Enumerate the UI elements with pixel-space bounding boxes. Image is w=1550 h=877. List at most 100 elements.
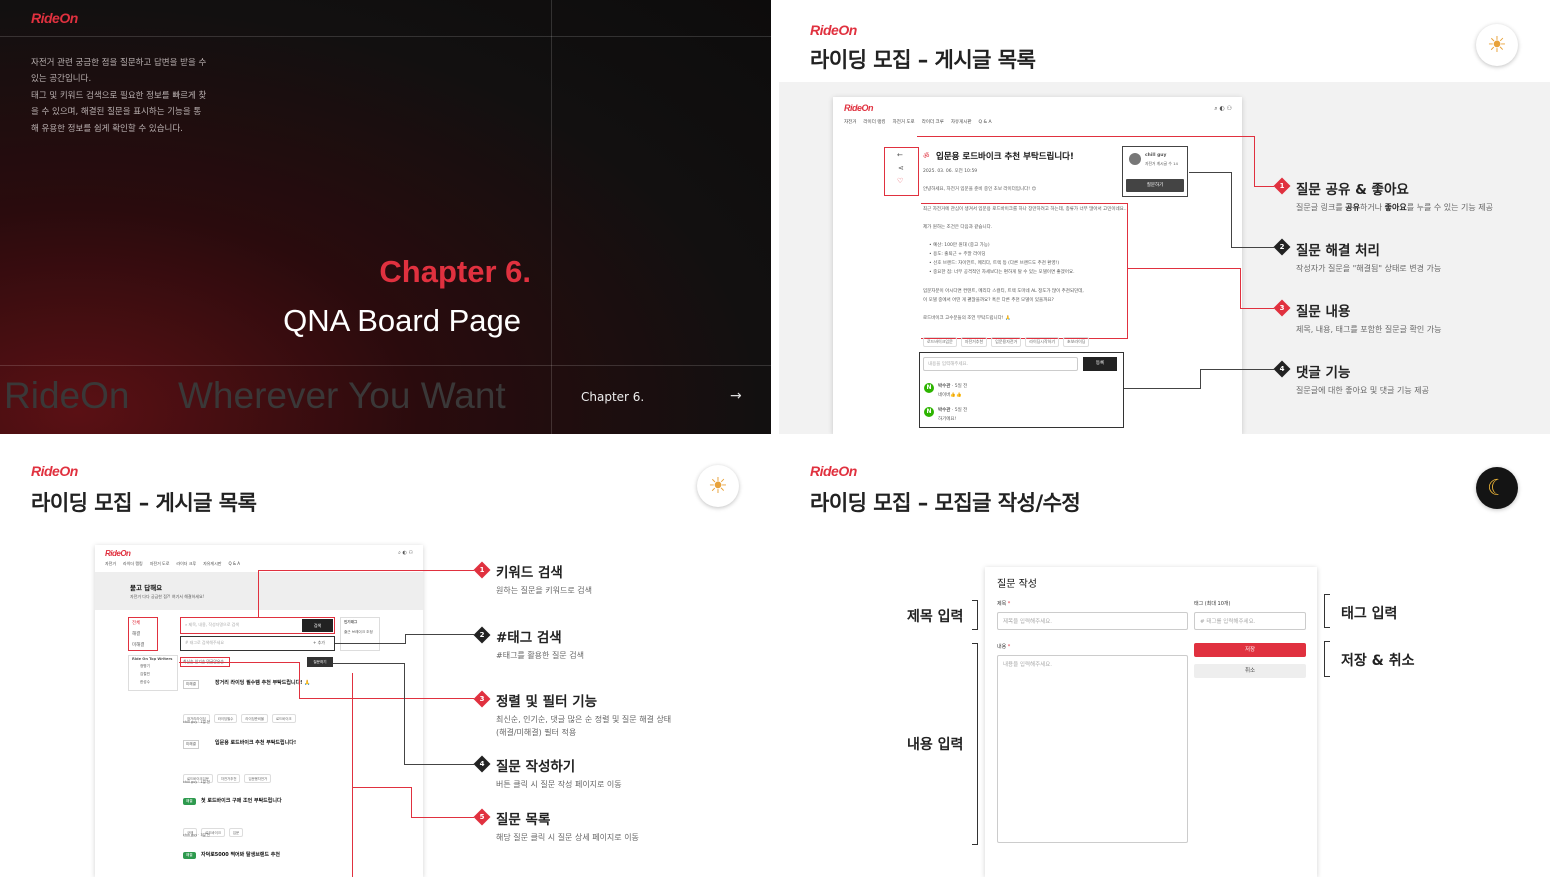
annotation-desc: 질문글 링크를 공유하거나 좋아요를 누를 수 있는 기능 제공 — [1296, 202, 1493, 213]
intro-line: 자전거 관련 궁금한 점을 질문하고 답변을 받을 수 — [31, 58, 207, 68]
comment-time: · 5일 전 — [951, 384, 968, 389]
mock-nav-item[interactable]: 라이더 크루 — [922, 120, 944, 125]
annotation-title: 정렬 및 필터 기능 — [496, 694, 598, 710]
desc-part: 질문글 링크를 — [1296, 203, 1346, 212]
filter-solved[interactable]: 해결 — [132, 631, 140, 637]
qna-detail-slide: RideOn 라이딩 모집 – 게시글 목록 ☀ RideOn ⌕ ◐ ⚇ 자전… — [779, 0, 1550, 434]
connector-line — [405, 634, 406, 644]
back-icon[interactable]: ← — [897, 151, 903, 159]
title-input[interactable]: 제목을 입력해주세요. — [997, 612, 1188, 630]
step-badge: 2 — [1273, 238, 1291, 256]
connector-line — [1254, 186, 1274, 187]
tag-placeholder: 태그를 입력해주세요. — [1206, 619, 1256, 625]
desc-part: 하거나 — [1359, 203, 1385, 212]
mock-nav-item[interactable]: 자유게시판 — [203, 561, 221, 566]
tag-chip[interactable]: 로드바이크입문 — [923, 337, 957, 347]
ask-button[interactable]: 질문하기 — [308, 658, 332, 666]
step-number: 1 — [479, 566, 485, 574]
top-writer[interactable]: 한성수 — [140, 680, 150, 685]
logo: RideOn — [31, 10, 78, 26]
logo: RideOn — [31, 463, 78, 479]
ask-button[interactable]: 질문하기 — [1126, 179, 1184, 192]
sun-icon[interactable]: ☀ — [1476, 24, 1518, 66]
popular-tag[interactable]: 브레이크 조정 — [352, 630, 373, 634]
mock-nav-item[interactable]: 라이더 크루 — [176, 561, 196, 566]
slide-title: 라이딩 모집 – 게시글 목록 — [31, 491, 257, 515]
connector-line — [179, 662, 299, 663]
banner-title: 묻고 답해요 — [130, 584, 163, 592]
annotation-desc: 질문글에 대한 좋아요 및 댓글 기능 제공 — [1296, 386, 1430, 395]
annotation-title: 댓글 기능 — [1296, 365, 1351, 381]
filter-unsolved[interactable]: 미해결 — [132, 642, 144, 648]
comment-submit-button[interactable]: 등록 — [1083, 357, 1117, 371]
tag-placeholder: 태그로 검색해주세요 — [189, 640, 225, 645]
heart-icon[interactable]: ♡ — [897, 177, 903, 185]
annotation-title: 질문 공유 & 좋아요 — [1296, 182, 1409, 198]
comment-input[interactable]: 내용을 입력해주세요. — [923, 357, 1078, 371]
save-button[interactable]: 저장 — [1194, 643, 1306, 657]
mock-nav-item[interactable]: 자전거 도로 — [150, 561, 170, 566]
bg-word: Wherever You Want — [178, 375, 506, 416]
top-writer[interactable]: 정병기 — [140, 664, 150, 669]
connector-line — [405, 634, 474, 635]
arrow-right-icon[interactable]: → — [730, 388, 742, 404]
mock-nav-item[interactable]: 자전거 — [105, 561, 116, 566]
top-writer[interactable]: 김철민 — [140, 672, 150, 677]
sun-icon[interactable]: ☀ — [697, 465, 739, 507]
connector-line — [335, 643, 405, 644]
search-input[interactable]: ⌕ 제목, 내용, 작성자명으로 검색 — [185, 622, 239, 628]
title-label: 제목 * — [997, 601, 1011, 607]
annotation-title: #태그 검색 — [496, 630, 562, 646]
content-textarea[interactable]: 내용을 입력해주세요. — [997, 655, 1188, 843]
desc-bold: 좋아요 — [1384, 203, 1407, 212]
tag-input[interactable]: # 태그를 입력해주세요. — [1194, 612, 1306, 630]
connector-line — [1231, 247, 1274, 248]
moon-icon[interactable]: ☾ — [1476, 467, 1518, 509]
mock-nav-item[interactable]: 라이더 랭킹 — [863, 120, 885, 125]
annotation-desc: (해결/미해결) 필터 적용 — [496, 728, 577, 737]
tag-chip[interactable]: 초보라이딩 — [1063, 337, 1090, 347]
mock-nav-item[interactable]: 자전거 — [844, 120, 856, 125]
connector-line — [1128, 268, 1240, 269]
tag-add-button[interactable]: + 추가 — [313, 640, 325, 646]
filter-all[interactable]: 전체 — [132, 620, 140, 626]
connector-line — [333, 663, 404, 664]
search-placeholder: 제목, 내용, 작성자명으로 검색 — [188, 622, 240, 627]
mock-nav-item[interactable]: Q & A — [979, 120, 992, 125]
intro-line: 태그 및 키워드 검색으로 필요한 정보를 빠르게 찾 — [31, 90, 207, 101]
comment-text: 하기에요! — [938, 417, 957, 422]
top-writers-title: Ride On Top Writers — [132, 657, 173, 661]
mock-nav-item[interactable]: 라이더 랭킹 — [123, 561, 143, 566]
search-button[interactable]: 검색 — [302, 619, 333, 632]
step-badge: 1 — [1273, 177, 1291, 195]
step-number: 4 — [479, 760, 485, 768]
annotation-desc: 제목, 내용, 태그를 포함한 질문글 확인 가능 — [1296, 325, 1442, 334]
detail-mockup: RideOn ⌕ ◐ ⚇ 자전거 라이더 랭킹 자전거 도로 라이더 크루 자유게시판 Q… — [833, 97, 1242, 434]
step-badge: 3 — [1273, 299, 1291, 317]
mock-nav-item[interactable]: 자전거 도로 — [893, 120, 915, 125]
mock-nav-item[interactable]: Q & A — [228, 561, 240, 566]
annotation-title: 질문 작성하기 — [496, 759, 576, 775]
tag-chip[interactable]: 라이딩시작하기 — [1025, 337, 1060, 347]
connector-line — [1189, 172, 1231, 173]
cancel-button[interactable]: 취소 — [1194, 664, 1306, 678]
comment-author: 박수관 · 5일 전 — [938, 383, 967, 389]
connector-line — [353, 787, 411, 788]
tag-input[interactable]: # 태그로 검색해주세요 — [185, 640, 224, 646]
step-number: 1 — [1279, 182, 1285, 190]
annotation-title: 키워드 검색 — [496, 565, 563, 581]
popular-tag[interactable]: 출근 — [344, 630, 351, 634]
tag-chip[interactable]: 자전거추천 — [960, 337, 988, 347]
step-badge: 5 — [473, 808, 491, 826]
share-icon[interactable]: ⋖ — [898, 164, 904, 172]
chapter-nav-label[interactable]: Chapter 6. — [581, 390, 644, 404]
grid-line — [0, 365, 771, 366]
tag-chip[interactable]: 입문용자전거 — [991, 337, 1022, 347]
list-mockup: RideOn ⌕ ◐ ⚇ 자전거 라이더 랭킹 자전거 도로 라이더 크루 자유게시판 Q… — [95, 545, 423, 877]
tag-list: 로드바이크입문 자전거추천 입문용자전거 라이딩시작하기 초보라이딩 — [923, 328, 1093, 347]
body-line: 이 모델 중에서 어떤 게 괜찮을까요? 혹은 다른 추천 모델이 있을까요? — [923, 298, 1054, 303]
bracket — [972, 600, 978, 630]
connector-line — [411, 787, 412, 817]
mock-nav-item[interactable]: 자유게시판 — [951, 120, 972, 125]
step-number: 4 — [1279, 365, 1285, 373]
